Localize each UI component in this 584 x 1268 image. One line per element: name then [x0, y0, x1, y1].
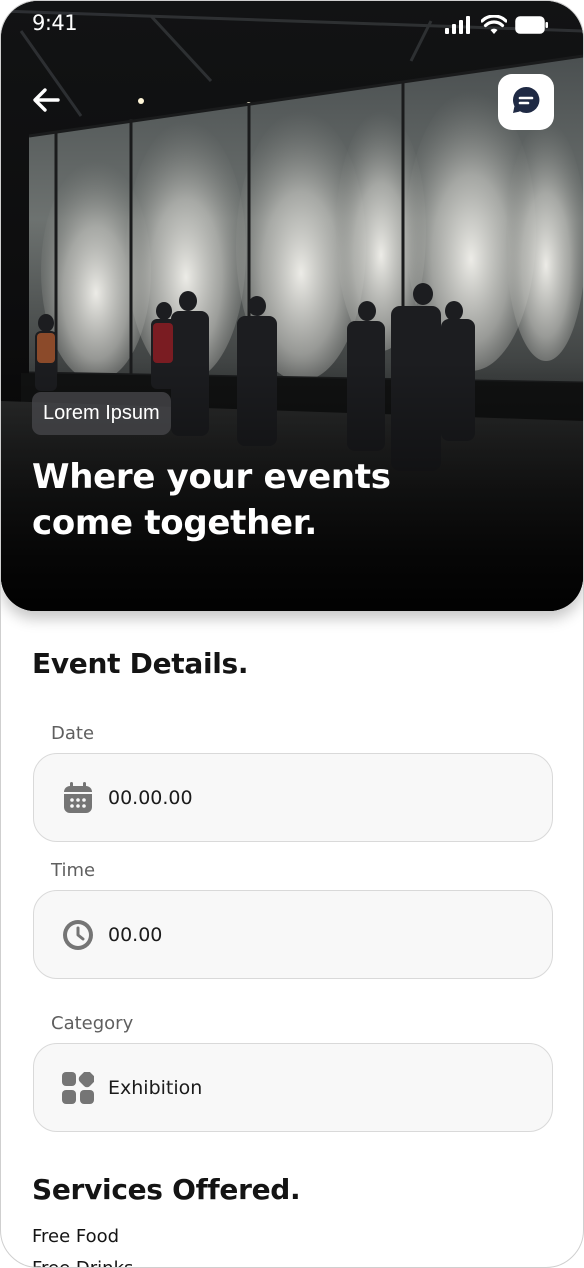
- wifi-icon: [480, 14, 508, 39]
- service-item: Free Drinks: [32, 1258, 133, 1267]
- back-button[interactable]: [27, 83, 65, 121]
- date-label: Date: [51, 723, 95, 744]
- status-time: 9:41: [32, 11, 78, 35]
- signal-icon: [445, 16, 473, 38]
- status-bar: 9:41: [1, 1, 583, 51]
- hero-title: Where your events come together.: [32, 457, 391, 543]
- hero-badge: Lorem Ipsum: [32, 392, 171, 435]
- phone-screen: 9:41 Lorem Ipsum Where your events come …: [0, 0, 584, 1268]
- event-details-title: Event Details.: [32, 647, 249, 680]
- arrow-left-icon: [31, 87, 61, 117]
- time-value: 00.00: [108, 923, 163, 946]
- category-grid-icon: [62, 1071, 94, 1104]
- category-label: Category: [51, 1013, 134, 1034]
- chat-bubble-icon: [512, 86, 540, 118]
- services-title: Services Offered.: [32, 1173, 301, 1206]
- category-field[interactable]: Exhibition: [33, 1043, 553, 1132]
- date-field[interactable]: 00.00.00: [33, 753, 553, 842]
- category-value: Exhibition: [108, 1076, 203, 1099]
- service-item: Free Food: [32, 1226, 120, 1247]
- time-field[interactable]: 00.00: [33, 890, 553, 979]
- date-value: 00.00.00: [108, 786, 193, 809]
- time-label: Time: [51, 860, 96, 881]
- chat-button[interactable]: [498, 74, 554, 130]
- hero-banner: 9:41 Lorem Ipsum Where your events come …: [1, 1, 583, 611]
- battery-icon: [515, 16, 549, 38]
- calendar-icon: [62, 781, 94, 814]
- clock-icon: [62, 919, 94, 951]
- status-icons: [445, 14, 549, 39]
